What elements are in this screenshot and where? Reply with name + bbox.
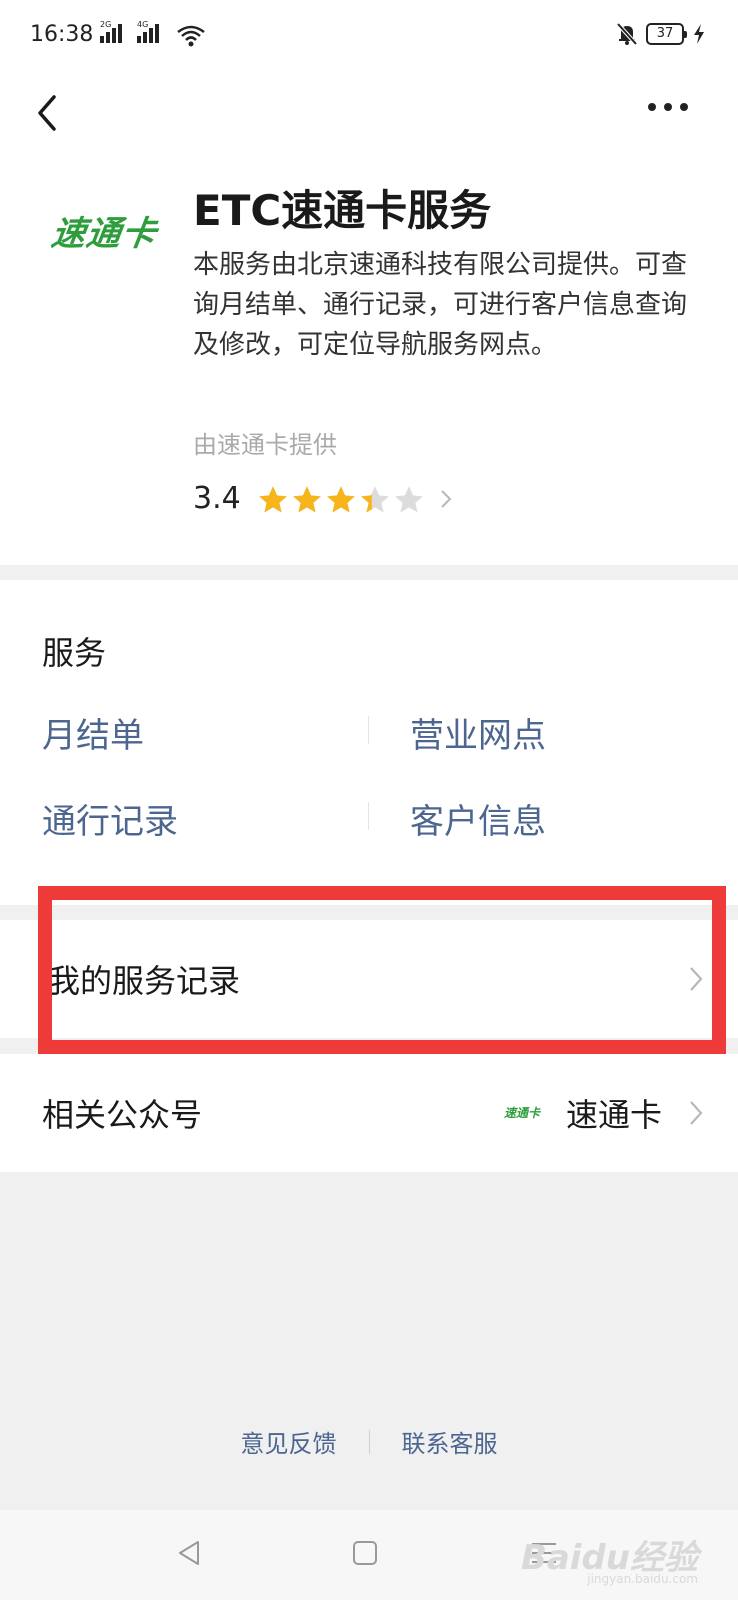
system-nav-bar: Baidu经验 jingyan.baidu.com [0, 1510, 738, 1600]
signal-strength-icon-2: 4G [137, 20, 159, 43]
service-customer-info[interactable]: 客户信息 [410, 794, 546, 843]
contact-link[interactable]: 联系客服 [402, 1424, 498, 1459]
services-title: 服务 [42, 634, 107, 672]
service-monthly-statement[interactable]: 月结单 [42, 708, 144, 757]
watermark-url: jingyan.baidu.com [587, 1572, 698, 1586]
nav-bar [0, 75, 738, 165]
page-title: ETC速通卡服务 [193, 186, 492, 235]
rating[interactable]: 3.4 [193, 481, 453, 516]
chevron-right-icon [690, 1101, 703, 1125]
star-icon [258, 485, 287, 513]
chevron-right-icon [690, 967, 703, 991]
star-icon [360, 485, 389, 513]
signal-strength-icon: 2G [100, 20, 122, 43]
star-icon [326, 485, 355, 513]
star-icon [394, 485, 423, 513]
feedback-link[interactable]: 意见反馈 [241, 1424, 337, 1459]
my-service-record-label: 我的服务记录 [48, 962, 241, 1000]
rating-stars [257, 484, 425, 514]
app-header: 速通卡 ETC速通卡服务 本服务由北京速通科技有限公司提供。可查询月结单、通行记… [0, 165, 738, 565]
more-dots-icon[interactable] [648, 103, 688, 111]
app-logo: 速通卡 [48, 213, 159, 254]
footer-links: 意见反馈 联系客服 [0, 1424, 738, 1459]
battery-indicator: 37 [646, 23, 687, 45]
wifi-icon [177, 25, 205, 47]
my-service-record-row[interactable]: 我的服务记录 [0, 920, 738, 1038]
service-branches[interactable]: 营业网点 [410, 708, 546, 757]
service-toll-records[interactable]: 通行记录 [42, 794, 178, 843]
charging-bolt-icon [694, 24, 704, 44]
bell-off-icon [616, 22, 638, 46]
chevron-left-icon[interactable] [30, 87, 70, 137]
chevron-right-icon [441, 489, 452, 508]
status-time: 16:38 [30, 22, 94, 47]
services-section: 服务 月结单 营业网点 通行记录 客户信息 [0, 580, 738, 905]
related-account-name: 速通卡 [566, 1096, 663, 1134]
divider [368, 716, 369, 744]
provider-text: 由速通卡提供 [193, 431, 337, 459]
related-account-label: 相关公众号 [42, 1096, 203, 1134]
related-account-logo: 速通卡 [504, 1106, 541, 1120]
star-icon [292, 485, 321, 513]
rating-value: 3.4 [193, 481, 241, 516]
nav-home-icon[interactable] [352, 1540, 378, 1566]
nav-back-icon[interactable] [174, 1538, 204, 1568]
app-description: 本服务由北京速通科技有限公司提供。可查询月结单、通行记录，可进行客户信息查询及修… [193, 250, 688, 360]
status-bar: 16:38 2G 4G 37 [0, 0, 738, 75]
footer-divider [368, 1429, 370, 1454]
related-account-row[interactable]: 相关公众号 速通卡 速通卡 [0, 1054, 738, 1172]
divider [368, 802, 369, 830]
